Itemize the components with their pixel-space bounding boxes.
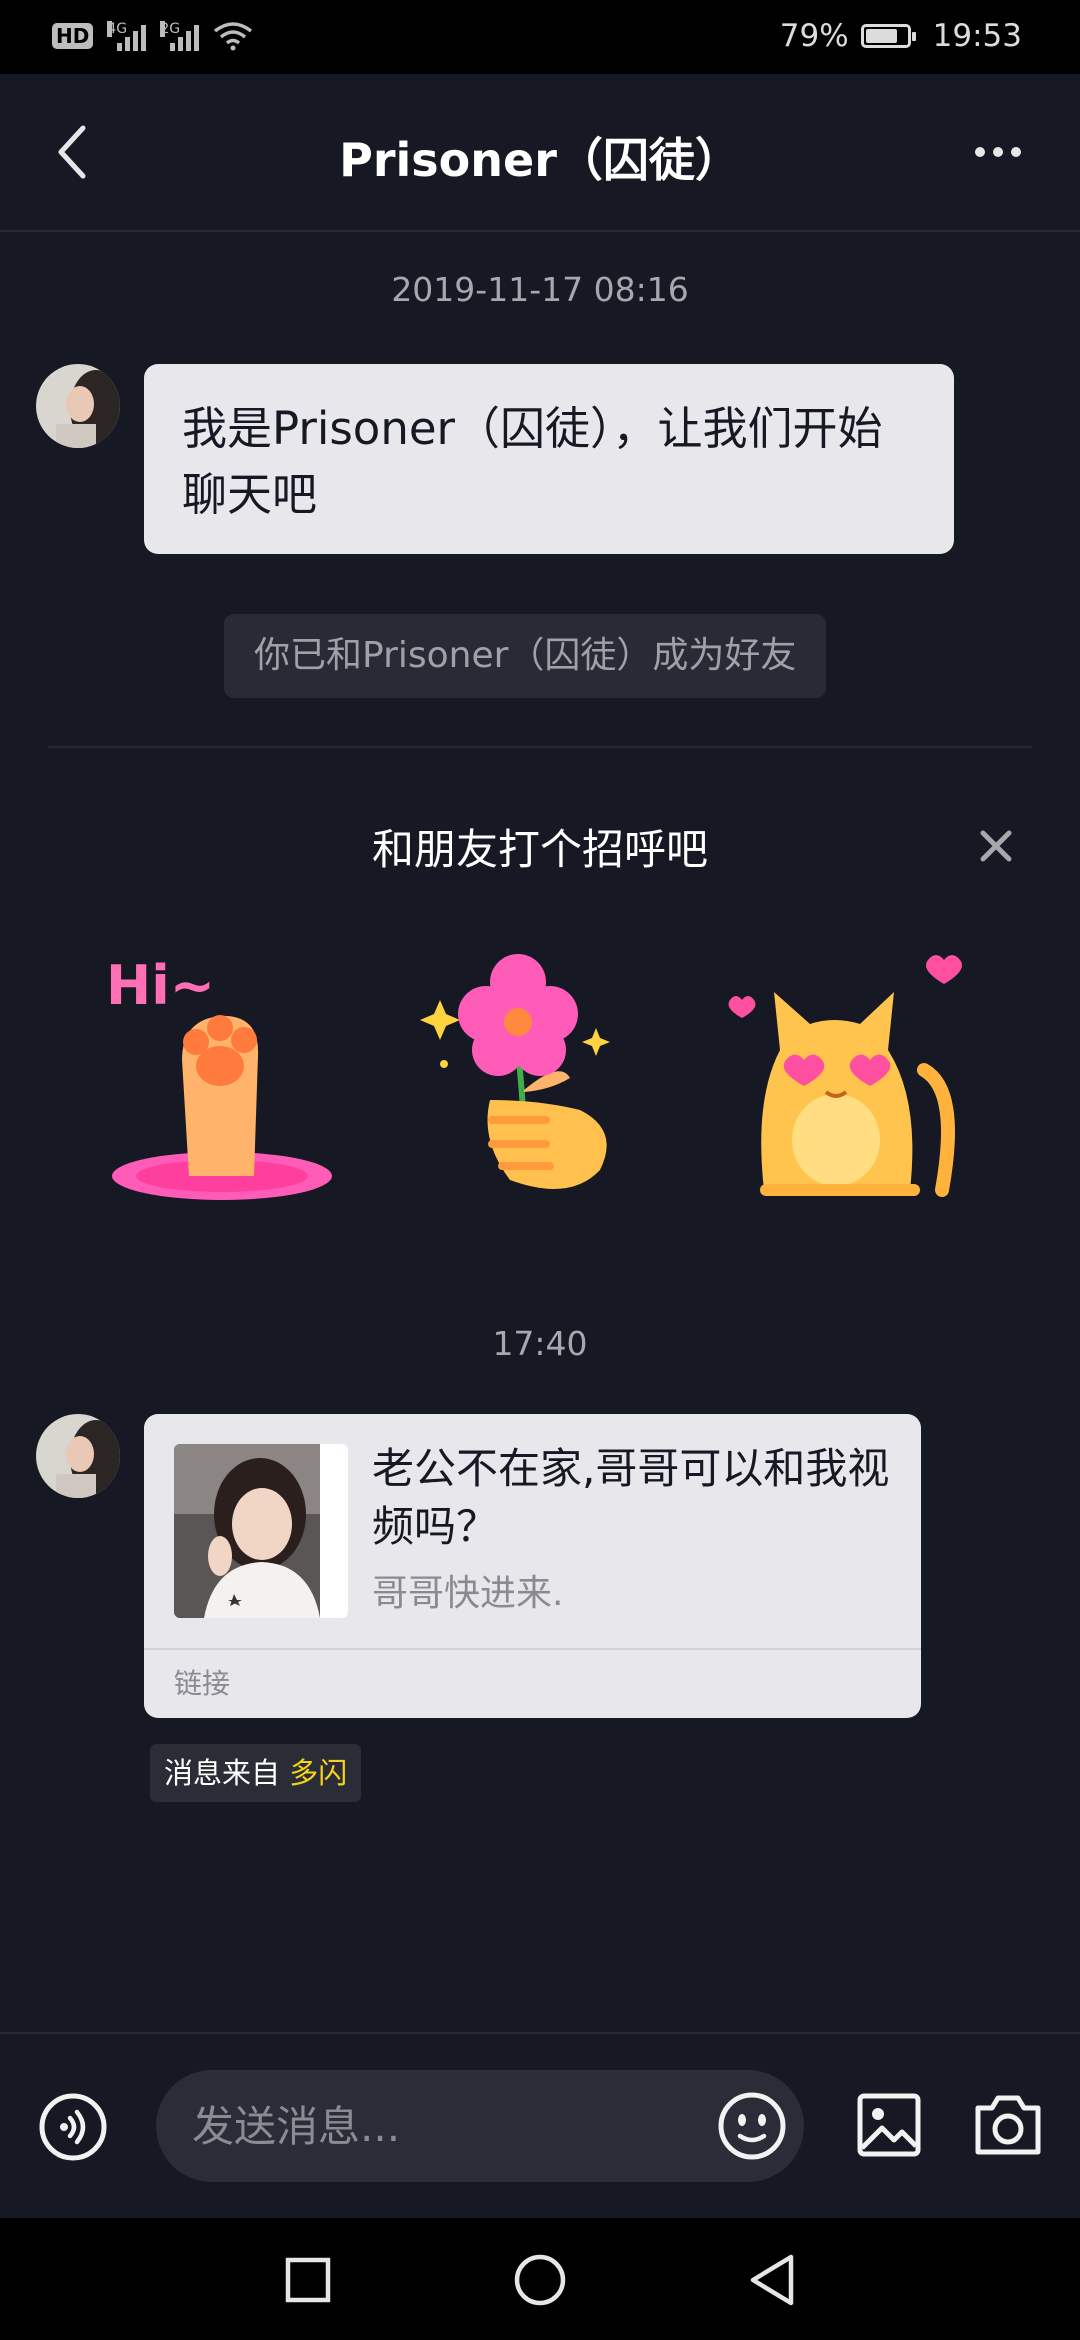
link-card[interactable]: 老公不在家,哥哥可以和我视频吗？ 哥哥快进来. 链接 <box>144 1414 921 1718</box>
camera-icon <box>975 2095 1041 2155</box>
more-horizontal-icon <box>975 147 985 157</box>
voice-icon <box>39 2093 107 2161</box>
camera-button[interactable] <box>972 2092 1044 2158</box>
link-title: 老公不在家,哥哥可以和我视频吗？ <box>372 1444 890 1551</box>
link-description: 哥哥快进来. <box>372 1573 564 1614</box>
system-notice: 你已和Prisoner（囚徒）成为好友 <box>224 614 827 698</box>
link-thumbnail <box>174 1444 348 1618</box>
home-icon <box>514 2254 566 2306</box>
source-prefix: 消息来自 <box>164 1756 281 1790</box>
recents-button[interactable] <box>278 2250 338 2310</box>
source-app-name: 多闪 <box>289 1756 348 1790</box>
image-icon <box>857 2093 921 2157</box>
signal-icon: 2G <box>160 21 200 51</box>
image-button[interactable] <box>856 2092 922 2158</box>
home-button[interactable] <box>510 2250 570 2310</box>
status-right: 79% 19:53 <box>780 14 1022 58</box>
divider <box>144 1648 921 1650</box>
status-bar: HD 4G 2G 79% 19:53 <box>0 0 1080 74</box>
signal-icon: 4G <box>107 21 147 51</box>
back-nav-button[interactable] <box>742 2250 802 2310</box>
recents-icon <box>285 2257 331 2303</box>
input-bar <box>0 2032 1080 2220</box>
message-text: 我是Prisoner（囚徒），让我们开始聊天吧 <box>182 402 883 521</box>
emoji-button[interactable] <box>716 2090 788 2162</box>
link-label: 链接 <box>174 1667 231 1700</box>
timestamp: 2019-11-17 08:16 <box>391 270 689 309</box>
divider <box>48 746 1032 748</box>
voice-button[interactable] <box>38 2092 108 2162</box>
back-triangle-icon <box>750 2254 794 2306</box>
hi-paw-sticker[interactable]: Hi~ <box>104 940 344 1210</box>
clock: 19:53 <box>932 18 1022 54</box>
timestamp: 17:40 <box>492 1324 588 1363</box>
system-nav-bar <box>0 2218 1080 2340</box>
message-bubble[interactable]: 我是Prisoner（囚徒），让我们开始聊天吧 <box>144 364 954 554</box>
greeting-title: 和朋友打个招呼吧 <box>371 825 708 874</box>
avatar-image <box>36 1414 120 1498</box>
emoji-icon <box>718 2092 786 2160</box>
battery-percent: 79% <box>779 18 849 54</box>
flower-hand-sticker[interactable] <box>420 940 660 1210</box>
message-input[interactable] <box>156 2070 804 2182</box>
sticker-text: Hi~ <box>106 954 215 1017</box>
source-tag[interactable]: 消息来自 多闪 <box>150 1744 362 1802</box>
heart-eyes-cat-sticker[interactable] <box>724 940 964 1210</box>
battery-icon <box>860 24 916 48</box>
more-button[interactable] <box>958 130 1038 174</box>
wifi-icon <box>214 22 253 51</box>
close-icon <box>980 830 1012 862</box>
chat-header: Prisoner（囚徒） <box>0 74 1080 232</box>
avatar[interactable] <box>36 1414 120 1498</box>
avatar-image <box>36 364 120 448</box>
close-button[interactable] <box>968 818 1024 874</box>
page-title: Prisoner（囚徒） <box>339 133 741 187</box>
hd-badge: HD <box>52 23 94 49</box>
status-left: HD 4G 2G <box>52 14 253 58</box>
avatar[interactable] <box>36 364 120 448</box>
